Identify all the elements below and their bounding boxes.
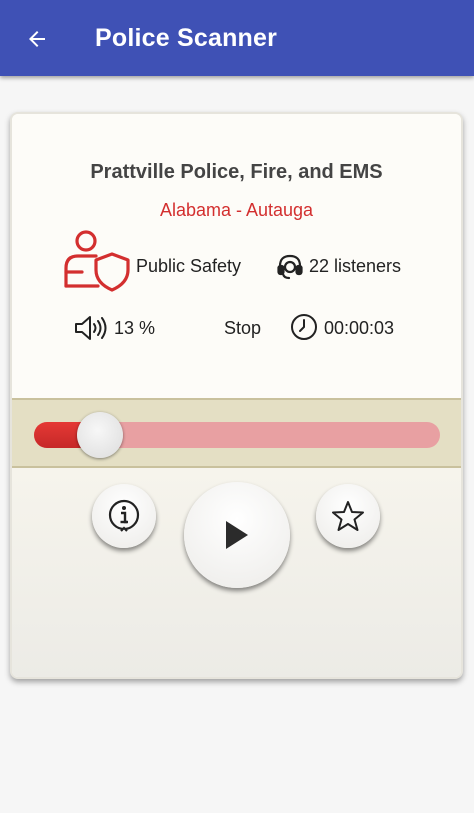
app-bar: Police Scanner bbox=[0, 0, 474, 76]
speaker-icon bbox=[75, 316, 107, 340]
seek-bar-band bbox=[12, 398, 461, 468]
info-button[interactable] bbox=[92, 484, 156, 548]
public-safety-icon bbox=[64, 230, 130, 292]
seek-thumb[interactable] bbox=[77, 412, 123, 458]
category-label: Public Safety bbox=[136, 256, 242, 276]
play-icon bbox=[226, 521, 248, 549]
player-card: Prattville Police, Fire, and EMS Alabama… bbox=[10, 112, 463, 679]
info-icon bbox=[108, 499, 140, 532]
elapsed-time: 00:00:03 bbox=[324, 318, 395, 338]
back-button[interactable] bbox=[20, 22, 54, 56]
arrow-back-icon bbox=[29, 31, 45, 47]
player-controls bbox=[12, 468, 461, 677]
headset-icon bbox=[277, 254, 303, 280]
feed-info: Prattville Police, Fire, and EMS Alabama… bbox=[12, 114, 461, 398]
clock-icon bbox=[291, 314, 317, 340]
feed-location: Alabama - Autauga bbox=[159, 200, 314, 220]
star-outline-icon bbox=[332, 501, 364, 531]
favorite-button[interactable] bbox=[316, 484, 380, 548]
feed-title: Prattville Police, Fire, and EMS bbox=[90, 161, 383, 183]
volume-level: 13 % bbox=[114, 318, 156, 338]
listeners-count: 22 listeners bbox=[309, 256, 402, 276]
play-button[interactable] bbox=[184, 482, 290, 588]
stop-button[interactable]: Stop bbox=[224, 318, 261, 339]
app-title: Police Scanner bbox=[95, 24, 278, 52]
